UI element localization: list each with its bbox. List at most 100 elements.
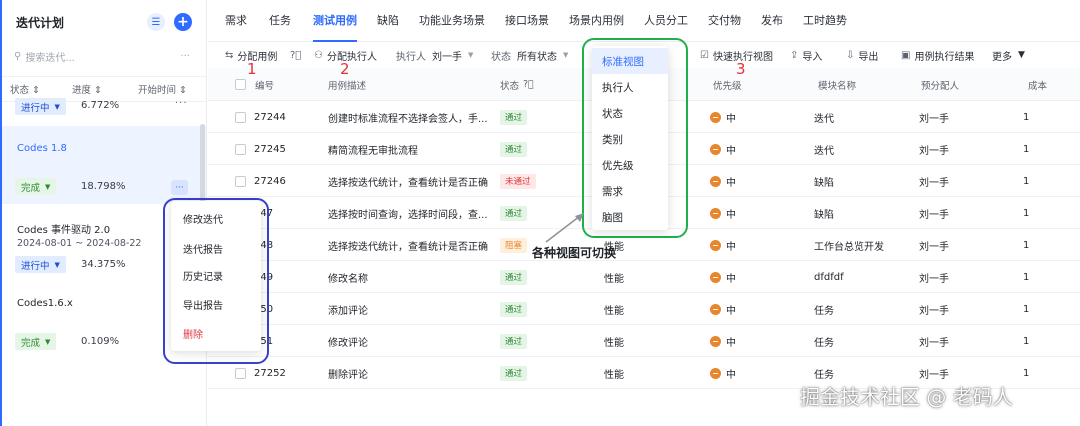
- tab-defects[interactable]: 缺陷: [377, 0, 399, 41]
- col-cost[interactable]: 成本: [1028, 68, 1047, 101]
- tab-deliverables[interactable]: 交付物: [708, 0, 741, 41]
- view-mindmap[interactable]: 脑图: [592, 204, 668, 230]
- menu-export-report[interactable]: 导出报告: [183, 297, 223, 312]
- case-description[interactable]: 选择按时间查询，选择时间段，查...: [328, 197, 493, 229]
- col-status[interactable]: 状态 ?⃝: [500, 68, 534, 101]
- view-requirement[interactable]: 需求: [592, 178, 668, 204]
- view-status[interactable]: 状态: [592, 100, 668, 126]
- case-status[interactable]: 通过: [500, 261, 528, 293]
- iteration-item-selected[interactable]: Codes 1.8 完成 ▼ 18.798% ···: [0, 126, 206, 204]
- case-status[interactable]: 通过: [500, 101, 528, 133]
- row-checkbox[interactable]: [235, 133, 246, 165]
- col-status[interactable]: 状态 ⇕: [10, 82, 72, 96]
- more-button[interactable]: 更多 ▼: [992, 42, 1025, 68]
- select-all-checkbox[interactable]: [235, 68, 246, 101]
- case-priority[interactable]: − 中: [710, 357, 736, 389]
- case-description[interactable]: 删除评论: [328, 357, 493, 389]
- case-priority[interactable]: − 中: [710, 101, 736, 133]
- tab-api-scenarios[interactable]: 接口场景: [505, 0, 549, 41]
- case-status[interactable]: 阻塞: [500, 229, 528, 261]
- tab-business-scenarios[interactable]: 功能业务场景: [419, 0, 485, 41]
- tab-requirements[interactable]: 需求: [225, 0, 247, 41]
- status-badge[interactable]: 通过: [500, 269, 528, 285]
- row-checkbox[interactable]: [235, 165, 246, 197]
- table-row[interactable]: 350 添加评论 通过 性能 − 中任务 刘一手 1: [208, 293, 1080, 325]
- case-priority[interactable]: − 中: [710, 133, 736, 165]
- status-badge[interactable]: 通过: [500, 109, 528, 125]
- tab-hours-trend[interactable]: 工时趋势: [803, 0, 847, 41]
- status-badge[interactable]: 进行中 ▼: [15, 98, 66, 115]
- case-module: dfdfdf: [814, 271, 844, 283]
- annotation-arrow: [545, 213, 584, 243]
- case-priority[interactable]: − 中: [710, 229, 736, 261]
- tab-releases[interactable]: 发布: [761, 0, 783, 41]
- case-priority[interactable]: − 中: [710, 197, 736, 229]
- status-badge[interactable]: 完成 ▼: [15, 333, 57, 350]
- iteration-item[interactable]: 进行中 ▼ 6.772% ···: [0, 96, 206, 126]
- view-priority[interactable]: 优先级: [592, 152, 668, 178]
- import-button[interactable]: ⇪ 导入: [790, 42, 822, 68]
- view-category[interactable]: 类别: [592, 126, 668, 152]
- col-progress[interactable]: 进度 ⇕: [72, 82, 138, 96]
- row-checkbox[interactable]: [235, 101, 246, 133]
- case-status[interactable]: 通过: [500, 357, 528, 389]
- case-description[interactable]: 选择按迭代统计，查看统计是否正确: [328, 165, 493, 197]
- case-description[interactable]: 创建时标准流程不选择会签人，手...: [328, 101, 493, 133]
- case-status[interactable]: 未通过: [500, 165, 536, 197]
- more-icon[interactable]: ···: [175, 98, 188, 109]
- case-priority[interactable]: − 中: [710, 165, 736, 197]
- menu-edit-iteration[interactable]: 修改迭代: [183, 211, 223, 226]
- case-status[interactable]: 通过: [500, 133, 528, 165]
- executor-filter[interactable]: 执行人 刘一手 ▼: [396, 42, 473, 68]
- case-status[interactable]: 通过: [500, 197, 528, 229]
- status-badge[interactable]: 通过: [500, 205, 528, 221]
- status-badge[interactable]: 通过: [500, 365, 528, 381]
- status-badge[interactable]: 未通过: [500, 173, 536, 189]
- case-assignee: 刘一手: [919, 145, 949, 157]
- col-start-time[interactable]: 开始时间 ⇕: [138, 82, 187, 96]
- annotation-number-1: 1: [247, 60, 257, 78]
- sidebar-more-icon[interactable]: ···: [180, 51, 190, 62]
- add-iteration-button[interactable]: +: [174, 13, 192, 31]
- case-priority[interactable]: − 中: [710, 293, 736, 325]
- status-badge[interactable]: 完成 ▼: [15, 178, 57, 195]
- help-icon[interactable]: ?⃝: [290, 42, 305, 68]
- export-button[interactable]: ⇩ 导出: [846, 42, 878, 68]
- menu-delete[interactable]: 删除: [183, 326, 203, 341]
- status-badge[interactable]: 通过: [500, 141, 528, 157]
- iteration-search-input[interactable]: ⚲ 搜索迭代... ···: [0, 44, 206, 68]
- sidebar-header: 迭代计划 ☰ +: [0, 0, 206, 44]
- tab-test-cases[interactable]: 测试用例: [313, 0, 357, 42]
- status-badge[interactable]: 通过: [500, 333, 528, 349]
- case-description[interactable]: 选择按迭代统计，查看统计是否正确: [328, 229, 493, 261]
- list-view-icon[interactable]: ☰: [147, 13, 165, 31]
- table-row[interactable]: 349 修改名称 通过 性能 − 中 dfdfdf 刘一手 1: [208, 261, 1080, 293]
- case-assignee: 刘一手: [919, 113, 949, 125]
- tab-tasks[interactable]: 任务: [269, 0, 291, 41]
- view-executor[interactable]: 执行人: [592, 74, 668, 100]
- case-description[interactable]: 添加评论: [328, 293, 493, 325]
- col-id[interactable]: 编号: [255, 68, 274, 101]
- status-badge[interactable]: 阻塞: [500, 237, 528, 253]
- col-assignee[interactable]: 预分配人: [921, 68, 959, 101]
- case-results-button[interactable]: ▣ 用例执行结果: [901, 42, 974, 68]
- table-row[interactable]: 351 修改评论 通过 性能 − 中任务 刘一手 1: [208, 325, 1080, 357]
- tab-staffing[interactable]: 人员分工: [644, 0, 688, 41]
- annotation-number-3: 3: [736, 60, 746, 78]
- case-priority[interactable]: − 中: [710, 261, 736, 293]
- more-icon[interactable]: ···: [171, 180, 188, 195]
- case-status[interactable]: 通过: [500, 293, 528, 325]
- case-status[interactable]: 通过: [500, 325, 528, 357]
- col-module[interactable]: 模块名称: [818, 68, 856, 101]
- status-badge[interactable]: 通过: [500, 301, 528, 317]
- case-description[interactable]: 修改评论: [328, 325, 493, 357]
- case-description[interactable]: 精简流程无审批流程: [328, 133, 493, 165]
- view-standard[interactable]: 标准视图: [592, 48, 668, 74]
- case-description[interactable]: 修改名称: [328, 261, 493, 293]
- status-filter[interactable]: 状态 所有状态 ▼: [491, 42, 568, 68]
- tab-scenario-cases[interactable]: 场景内用例: [569, 0, 624, 41]
- menu-iteration-report[interactable]: 迭代报告: [183, 241, 223, 256]
- status-badge[interactable]: 进行中 ▼: [15, 256, 66, 273]
- case-priority[interactable]: − 中: [710, 325, 736, 357]
- menu-history[interactable]: 历史记录: [183, 268, 223, 283]
